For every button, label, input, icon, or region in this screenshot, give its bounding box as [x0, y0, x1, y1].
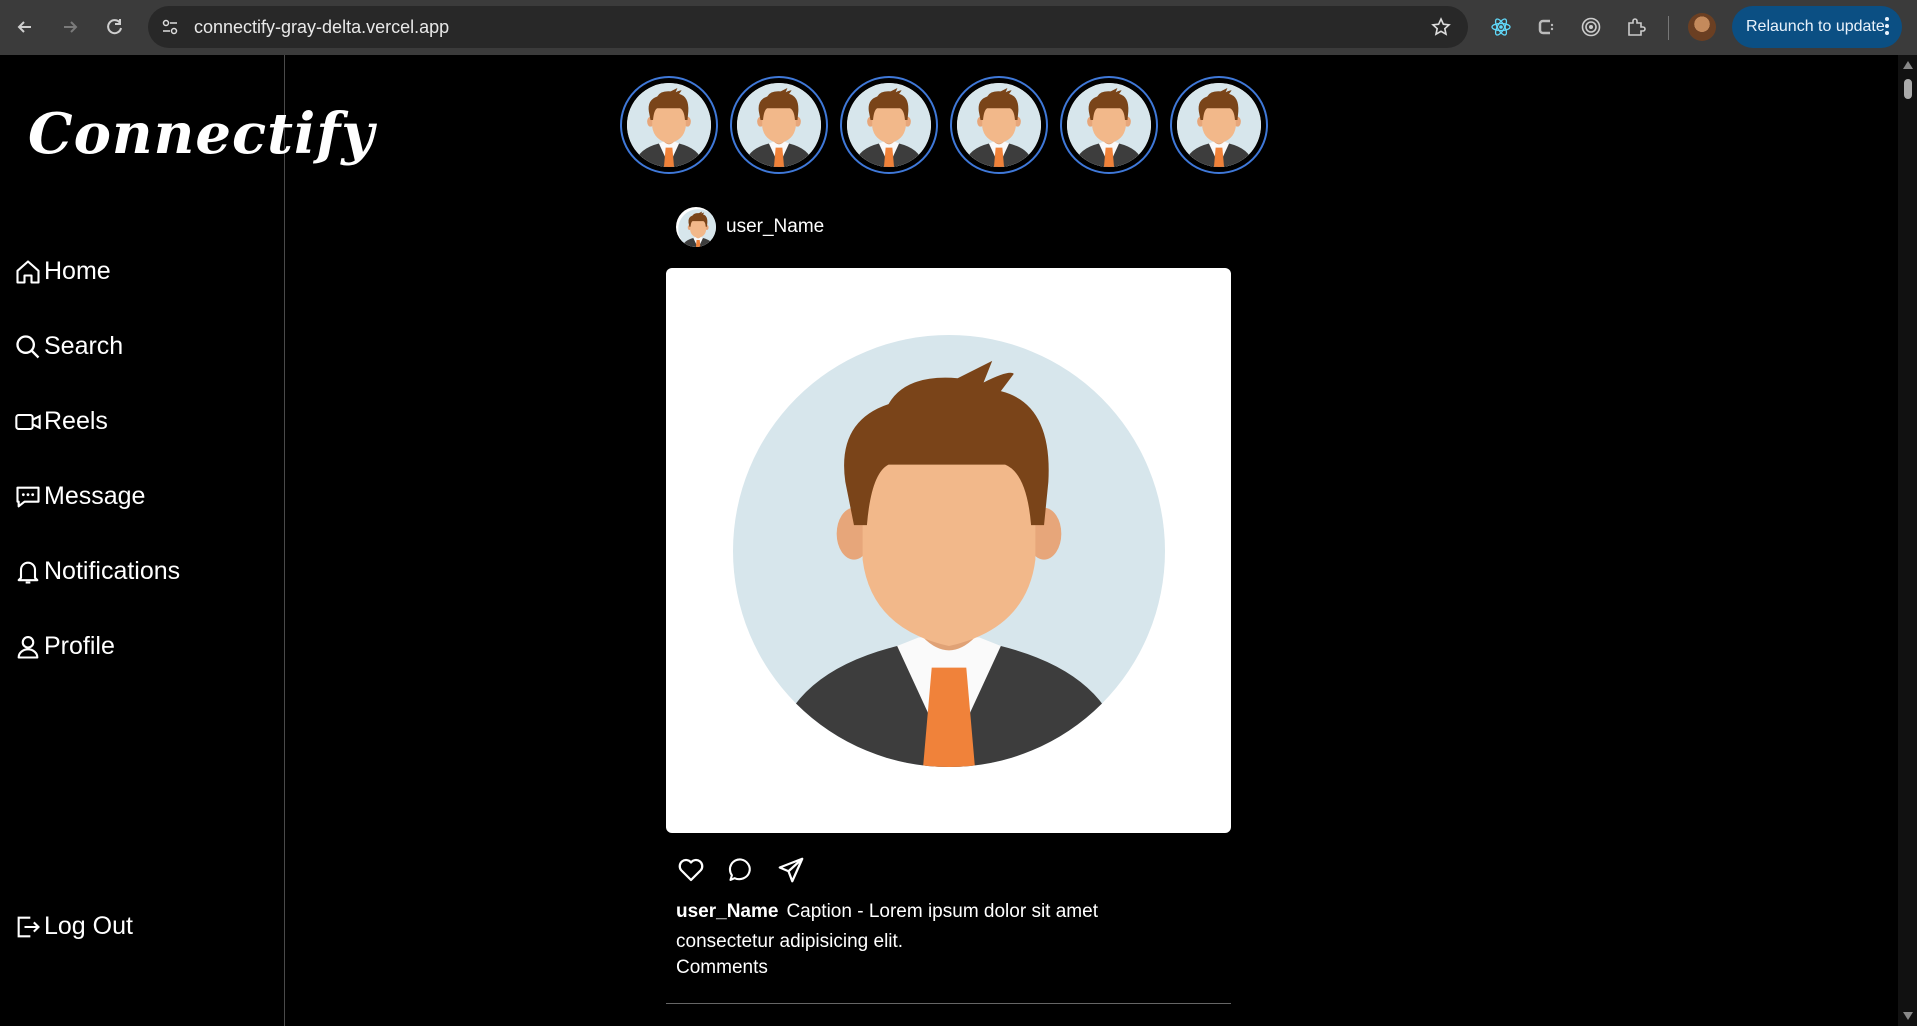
logout-button[interactable]: Log Out — [14, 912, 133, 941]
feed: user_Name user_Name Caption - Lorem ipsum… — [286, 55, 1898, 1026]
post-divider — [666, 1003, 1231, 1004]
relaunch-label: Relaunch to update — [1746, 18, 1885, 35]
sidebar-item-notifications[interactable]: Notifications — [14, 557, 180, 586]
story-avatar[interactable] — [1170, 76, 1268, 174]
sidebar-item-search[interactable]: Search — [14, 332, 123, 361]
sidebar-item-reels[interactable]: Reels — [14, 407, 108, 436]
url-text: connectify-gray-delta.vercel.app — [194, 17, 450, 37]
sidebar-item-label: Message — [44, 482, 146, 510]
scroll-thumb[interactable] — [1904, 79, 1912, 99]
browser-profile-avatar[interactable] — [1688, 13, 1716, 41]
sidebar-item-label: Search — [44, 332, 124, 360]
logout-icon — [17, 916, 40, 937]
home-icon — [16, 259, 40, 284]
sidebar-item-label: Profile — [44, 632, 115, 660]
extensions-puzzle-icon[interactable] — [1621, 12, 1651, 42]
logout-label: Log Out — [44, 912, 133, 940]
post-image[interactable] — [666, 268, 1231, 833]
extension-c-icon[interactable] — [1531, 12, 1561, 42]
bookmark-star-icon[interactable] — [1428, 14, 1454, 40]
video-icon — [15, 413, 41, 430]
story-avatar[interactable] — [730, 76, 828, 174]
comments-link[interactable]: Comments — [676, 957, 768, 979]
sidebar-item-home[interactable]: Home — [14, 257, 111, 286]
share-send-icon[interactable] — [774, 853, 808, 887]
caption-username[interactable]: user_Name — [676, 901, 778, 922]
bell-icon — [17, 561, 39, 584]
like-heart-icon[interactable] — [674, 853, 708, 887]
scroll-down-icon[interactable] — [1903, 1012, 1913, 1020]
page-scrollbar[interactable] — [1898, 55, 1917, 1026]
sidebar-item-label: Notifications — [44, 557, 181, 585]
comment-icon[interactable] — [724, 853, 758, 887]
story-avatar[interactable] — [950, 76, 1048, 174]
search-icon — [16, 334, 40, 358]
scroll-up-icon[interactable] — [1903, 61, 1913, 69]
forward-icon[interactable] — [55, 12, 85, 42]
story-avatar[interactable] — [1060, 76, 1158, 174]
react-devtools-icon[interactable] — [1486, 12, 1516, 42]
story-avatar[interactable] — [840, 76, 938, 174]
site-settings-icon[interactable] — [158, 15, 182, 39]
more-menu-icon[interactable] — [1884, 16, 1890, 41]
sidebar-item-label: Reels — [44, 407, 108, 435]
stories-bar — [620, 76, 1268, 174]
post-author-name[interactable]: user_Name — [726, 216, 824, 238]
relaunch-button[interactable]: Relaunch to update — [1732, 6, 1902, 48]
post-caption: user_Name Caption - Lorem ipsum dolor sit… — [676, 897, 1156, 957]
extension-target-icon[interactable] — [1576, 12, 1606, 42]
post-actions — [674, 853, 808, 887]
sidebar-item-message[interactable]: Message — [14, 482, 145, 511]
user-icon — [17, 635, 39, 659]
address-bar[interactable]: connectify-gray-delta.vercel.app — [148, 6, 1468, 48]
back-icon[interactable] — [10, 12, 40, 42]
toolbar-separator — [1668, 16, 1669, 40]
message-icon — [16, 486, 40, 507]
sidebar-item-profile[interactable]: Profile — [14, 632, 115, 661]
sidebar: Connectify Home Search Reels Message Not… — [0, 55, 374, 1026]
browser-toolbar: connectify-gray-delta.vercel.app Relaunc… — [0, 0, 1917, 55]
reload-icon[interactable] — [100, 12, 130, 42]
sidebar-item-label: Home — [44, 257, 111, 285]
story-avatar[interactable] — [620, 76, 718, 174]
post-author-avatar[interactable] — [676, 207, 716, 247]
post-header: user_Name — [676, 207, 824, 247]
